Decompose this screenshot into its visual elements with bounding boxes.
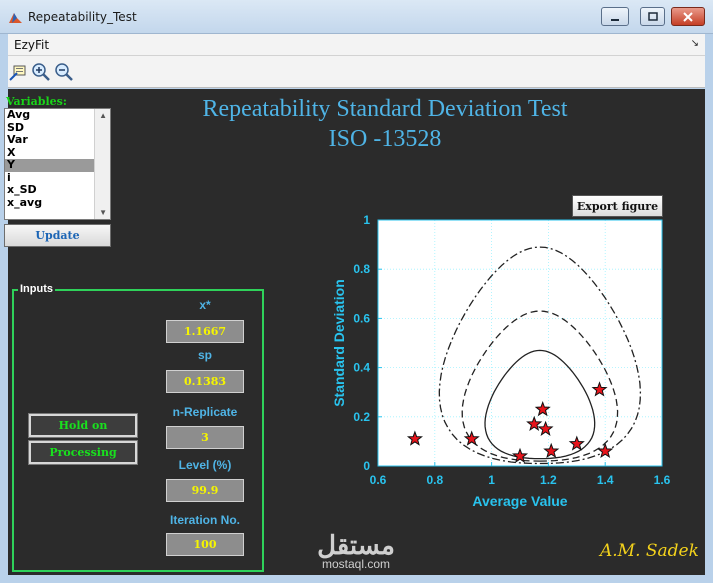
y-tick-label: 0.6 (353, 311, 370, 325)
zoom-in-icon[interactable] (31, 62, 51, 82)
x-star-label: x* (199, 298, 211, 312)
y-tick-label: 0.4 (353, 361, 370, 375)
menu-ezyfit[interactable]: EzyFit (14, 38, 49, 52)
sp-value: 0.1383 (166, 370, 244, 393)
page-title: Repeatability Standard Deviation Test IS… (160, 94, 610, 154)
maximize-icon (647, 12, 658, 21)
zoom-out-icon[interactable] (54, 62, 74, 82)
title-bar: Repeatability_Test (0, 0, 713, 34)
update-button[interactable]: Update (4, 224, 111, 247)
n-replicate-value: 3 (166, 426, 244, 449)
matlab-app-icon (9, 13, 22, 23)
scroll-down-arrow-icon[interactable]: ▼ (99, 208, 107, 217)
close-icon (683, 11, 693, 22)
level-label: Level (%) (178, 458, 232, 472)
maximize-button[interactable] (640, 7, 665, 26)
data-cursor-icon[interactable] (8, 62, 28, 82)
minimize-icon (611, 18, 619, 21)
level-value: 99.9 (166, 479, 244, 502)
toolbar (8, 56, 705, 88)
plot-area (378, 220, 662, 466)
title-line-1: Repeatability Standard Deviation Test (202, 96, 568, 122)
iteration-value: 100 (166, 533, 244, 556)
x-axis-label: Average Value (472, 493, 567, 509)
n-replicate-label: n-Replicate (172, 405, 238, 419)
x-tick-label: 0.6 (370, 473, 387, 487)
watermark-url: mostaql.com (321, 557, 391, 571)
menu-bar: EzyFit ↘ (8, 34, 705, 56)
y-tick-label: 0.8 (353, 262, 370, 276)
inputs-legend: Inputs (18, 283, 55, 295)
scroll-up-arrow-icon[interactable]: ▲ (99, 111, 107, 120)
title-line-2: ISO -13528 (328, 126, 442, 152)
window-title: Repeatability_Test (28, 10, 137, 24)
variables-label: Variables: (6, 95, 67, 108)
listbox-scrollbar[interactable]: ▲ ▼ (94, 109, 110, 219)
variables-listbox[interactable]: Avg SD Var X Y i x_SD x_avg ▲ ▼ (4, 108, 111, 220)
hold-on-button[interactable]: Hold on (28, 413, 138, 438)
y-tick-label: 0.2 (353, 410, 370, 424)
x-star-value: 1.1667 (166, 320, 244, 343)
minimize-button[interactable] (601, 7, 629, 26)
x-tick-label: 1.6 (654, 473, 671, 487)
y-tick-label: 0 (363, 459, 370, 473)
menu-dock-arrow-icon[interactable]: ↘ (691, 38, 699, 49)
x-tick-label: 0.8 (426, 473, 443, 487)
processing-button[interactable]: Processing (28, 440, 138, 465)
y-tick-label: 1 (363, 213, 370, 227)
x-tick-label: 1.4 (597, 473, 614, 487)
x-tick-label: 1 (488, 473, 495, 487)
window-bottom-border (0, 575, 713, 583)
close-button[interactable] (671, 7, 705, 26)
watermark-logo: مستقل (317, 530, 395, 560)
y-axis-label: Standard Deviation (331, 279, 347, 407)
x-tick-label: 1.2 (540, 473, 557, 487)
sp-label: sp (197, 348, 212, 362)
iteration-label: Iteration No. (169, 513, 240, 527)
scatter-plot: 0.6 0.8 1 1.2 1.4 1.6 0 0.2 0.4 0.6 0.8 1 Average V… (331, 213, 671, 509)
author-signature: A.M. Sadek (600, 541, 699, 561)
